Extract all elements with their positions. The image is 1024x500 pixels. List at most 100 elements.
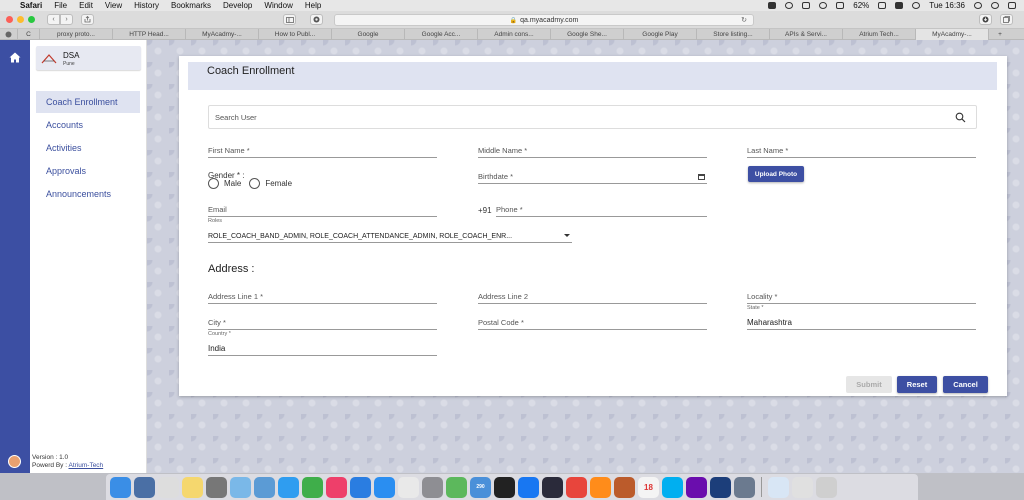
search-icon[interactable] — [955, 112, 966, 123]
forward-button[interactable]: › — [60, 14, 73, 25]
photos-icon[interactable] — [734, 476, 755, 498]
home-icon[interactable] — [9, 52, 21, 66]
browser-tab[interactable]: APIs & Servi... — [770, 29, 843, 40]
browser-tab[interactable]: Google Play — [624, 29, 697, 40]
sidebar-item-announcements[interactable]: Announcements — [36, 183, 140, 205]
country-field[interactable]: Country * India — [208, 331, 437, 356]
app-store-icon[interactable] — [374, 476, 395, 498]
pinned-tab[interactable] — [0, 29, 18, 40]
input-source-icon[interactable] — [895, 2, 904, 9]
messages-icon[interactable] — [278, 476, 299, 498]
calendar-icon[interactable]: 18 — [638, 476, 659, 498]
back-button[interactable]: ‹ — [47, 14, 60, 25]
downloads-stack-icon[interactable] — [792, 476, 813, 498]
menu-help[interactable]: Help — [305, 1, 321, 10]
battery-percentage[interactable]: 62% — [853, 1, 869, 10]
launchpad-icon[interactable] — [206, 476, 227, 498]
address-line1-field[interactable]: Address Line 1 * — [208, 288, 437, 304]
system-preferences-icon[interactable] — [422, 476, 443, 498]
gender-male-radio[interactable] — [208, 178, 219, 189]
volume-icon[interactable] — [836, 2, 845, 9]
submit-button[interactable]: Submit — [846, 376, 892, 393]
downloads-button[interactable] — [979, 14, 992, 25]
sync-status-icon[interactable] — [785, 2, 794, 9]
menu-edit[interactable]: Edit — [79, 1, 93, 10]
cancel-button[interactable]: Cancel — [943, 376, 988, 393]
reload-icon[interactable]: ↻ — [741, 16, 747, 24]
sidebar-toggle-button[interactable] — [283, 14, 296, 25]
sketch-icon[interactable] — [254, 476, 275, 498]
close-window-button[interactable] — [6, 16, 13, 23]
menu-file[interactable]: File — [54, 1, 67, 10]
xcode-icon[interactable] — [710, 476, 731, 498]
browser-tab[interactable]: MyAcadmy-... — [186, 29, 259, 40]
sidebar-item-activities[interactable]: Activities — [36, 137, 140, 159]
postal-code-field[interactable]: Postal Code * — [478, 314, 707, 330]
fullscreen-window-button[interactable] — [28, 16, 35, 23]
powered-by-link[interactable]: Atrium-Tech — [69, 462, 104, 469]
state-field[interactable]: State * Maharashtra — [747, 305, 976, 330]
birthdate-field[interactable]: Birthdate * — [478, 168, 707, 184]
notes-icon[interactable] — [182, 476, 203, 498]
menu-safari[interactable]: Safari — [20, 1, 42, 10]
menu-history[interactable]: History — [134, 1, 159, 10]
menu-window[interactable]: Window — [264, 1, 292, 10]
sourcetree-icon[interactable] — [518, 476, 539, 498]
android-studio-icon[interactable] — [446, 476, 467, 498]
menu-bookmarks[interactable]: Bookmarks — [171, 1, 211, 10]
reset-button[interactable]: Reset — [897, 376, 937, 393]
wifi-icon[interactable] — [819, 2, 828, 9]
user-icon[interactable] — [912, 2, 921, 9]
extension-button[interactable] — [310, 14, 323, 25]
sidebar-item-coach-enrollment[interactable]: Coach Enrollment — [36, 91, 140, 113]
display-status-icon[interactable] — [802, 2, 811, 9]
share-button[interactable] — [81, 14, 94, 25]
slack-icon[interactable] — [398, 476, 419, 498]
new-tab-button[interactable]: + — [989, 29, 1011, 40]
organization-card[interactable]: DSA Pune — [36, 46, 141, 70]
browser-tab[interactable]: Google She... — [551, 29, 624, 40]
calendar-icon[interactable] — [698, 174, 705, 180]
roles-select[interactable]: Roles ROLE_COACH_BAND_ADMIN, ROLE_COACH_… — [208, 218, 572, 243]
city-field[interactable]: City * — [208, 314, 437, 330]
locality-field[interactable]: Locality * — [747, 288, 976, 304]
eclipse-icon[interactable] — [686, 476, 707, 498]
notification-center-icon[interactable] — [1008, 2, 1016, 9]
phone-field[interactable]: Phone * — [496, 201, 707, 217]
vscode-icon[interactable] — [542, 476, 563, 498]
browser-tab[interactable]: How to Publ... — [259, 29, 332, 40]
sidebar-item-approvals[interactable]: Approvals — [36, 160, 140, 182]
skype-icon[interactable] — [662, 476, 683, 498]
safari-icon[interactable] — [350, 476, 371, 498]
address-bar[interactable]: 🔒 qa.myacadmy.com ↻ — [334, 14, 754, 26]
browser-tab[interactable]: Store listing... — [697, 29, 770, 40]
browser-tab[interactable]: Google Acc... — [405, 29, 478, 40]
music-icon[interactable] — [326, 476, 347, 498]
upload-photo-button[interactable]: Upload Photo — [748, 166, 804, 182]
middle-name-field[interactable]: Middle Name * — [478, 142, 707, 158]
tab-overview-button[interactable] — [1000, 14, 1013, 25]
preview-icon[interactable] — [230, 476, 251, 498]
siri-icon[interactable] — [991, 2, 999, 9]
last-name-field[interactable]: Last Name * — [747, 142, 976, 158]
sidebar-item-accounts[interactable]: Accounts — [36, 114, 140, 136]
menu-develop[interactable]: Develop — [223, 1, 252, 10]
address-line2-field[interactable]: Address Line 2 — [478, 288, 707, 304]
menu-view[interactable]: View — [105, 1, 122, 10]
spotlight-search-icon[interactable] — [974, 2, 982, 9]
sublime-text-icon[interactable] — [590, 476, 611, 498]
keynote-icon[interactable] — [134, 476, 155, 498]
mail-icon[interactable]: 290 — [470, 476, 491, 498]
chrome-icon[interactable] — [566, 476, 587, 498]
minimize-window-button[interactable] — [17, 16, 24, 23]
email-field[interactable]: Email — [208, 201, 437, 217]
calendar-app-icon[interactable] — [158, 476, 179, 498]
skype-status-icon[interactable] — [768, 2, 777, 9]
browser-tab[interactable]: C — [18, 29, 40, 40]
browser-tab-active[interactable]: MyAcadmy-... — [916, 29, 989, 40]
browser-tab[interactable]: Google — [332, 29, 405, 40]
gender-female-radio[interactable] — [249, 178, 261, 189]
filezilla-icon[interactable] — [614, 476, 635, 498]
activity-monitor-icon[interactable] — [768, 476, 789, 498]
first-name-field[interactable]: First Name * — [208, 142, 437, 158]
